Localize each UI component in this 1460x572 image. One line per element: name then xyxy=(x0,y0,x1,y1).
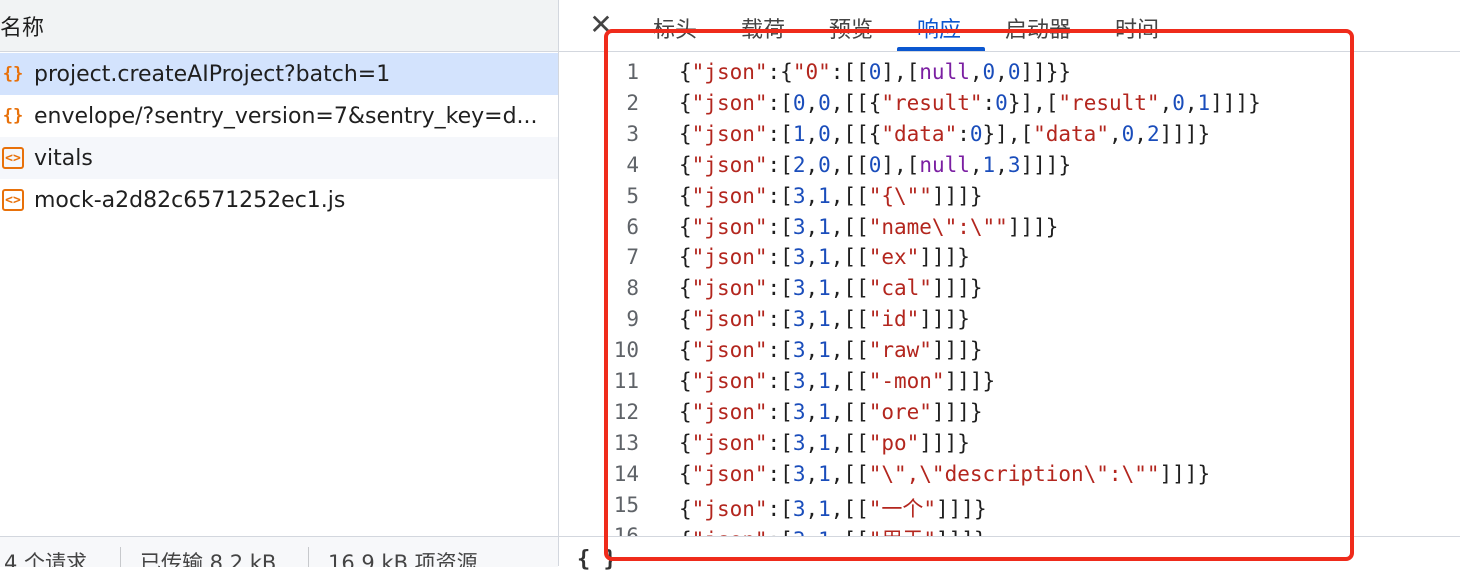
request-row[interactable]: <> vitals xyxy=(0,137,558,179)
document-icon: <> xyxy=(2,147,24,169)
json-icon: {} xyxy=(2,105,24,126)
line-content: {"json":[1,0,[[{"data":0}],["data",0,2]]… xyxy=(679,121,1211,146)
line-content: {"json":[3,1,[["一个"]]]} xyxy=(679,496,987,521)
line-content: {"json":[2,0,[[0],[null,1,3]]]} xyxy=(679,152,1072,177)
line-content: {"json":[0,0,[[{"result":0}],["result",0… xyxy=(679,90,1261,115)
status-divider xyxy=(120,547,121,567)
tab-timing[interactable]: 时间 xyxy=(1115,12,1159,44)
line-number: 14 xyxy=(613,461,639,486)
line-content: {"json":[3,1,[["raw"]]]} xyxy=(679,338,983,363)
request-list-panel: 名称 {} project.createAIProject?batch=1 {}… xyxy=(0,0,559,567)
line-content: {"json":[3,1,[["\",\"description\":\""]]… xyxy=(679,461,1211,486)
line-number: 9 xyxy=(626,307,639,332)
line-content: {"json":[3,1,[["-mon"]]]} xyxy=(679,369,996,393)
line-content: {"json":{"0":[[0],[null,0,0]]}} xyxy=(679,60,1072,84)
line-content: {"json":[3,1,[["用于"]]]} xyxy=(679,524,987,537)
line-number: 4 xyxy=(626,152,639,177)
request-name: project.createAIProject?batch=1 xyxy=(34,61,391,87)
line-content: {"json":[3,1,[["name\":\""]]]} xyxy=(679,214,1059,239)
line-content: {"json":[3,1,[["{\""]]]} xyxy=(679,183,983,208)
line-content: {"json":[3,1,[["cal"]]]} xyxy=(679,276,983,301)
resources-size: 16.9 kB 项资源 xyxy=(328,551,478,567)
request-row[interactable]: {} project.createAIProject?batch=1 xyxy=(0,53,558,95)
line-number: 7 xyxy=(626,245,639,270)
request-row[interactable]: <> mock-a2d82c6571252ec1.js xyxy=(0,179,558,221)
request-name: vitals xyxy=(34,145,93,171)
request-row[interactable]: {} envelope/?sentry_version=7&sentry_key… xyxy=(0,95,558,137)
line-content: {"json":[3,1,[["ore"]]]} xyxy=(679,399,983,424)
tab-payload[interactable]: 载荷 xyxy=(741,12,785,44)
tab-response[interactable]: 响应 xyxy=(917,12,961,44)
request-list-header[interactable]: 名称 xyxy=(0,0,558,52)
request-name: envelope/?sentry_version=7&sentry_key=d.… xyxy=(34,103,538,129)
tab-preview[interactable]: 预览 xyxy=(829,12,873,44)
line-content: {"json":[3,1,[["ex"]]]} xyxy=(679,245,970,270)
network-status-bar: 4 个请求 已传输 8.2 kB 16.9 kB 项资源 xyxy=(0,536,558,567)
column-header-name[interactable]: 名称 xyxy=(0,10,44,42)
line-number: 8 xyxy=(626,276,639,301)
line-number: 3 xyxy=(626,121,639,146)
active-tab-indicator xyxy=(897,47,985,51)
line-number: 16 xyxy=(613,523,639,537)
line-number: 2 xyxy=(626,90,639,115)
line-number: 12 xyxy=(613,399,639,424)
line-number: 6 xyxy=(626,214,639,239)
status-divider xyxy=(308,547,309,567)
request-count: 4 个请求 xyxy=(4,551,88,567)
tab-initiator[interactable]: 启动器 xyxy=(1005,12,1071,44)
document-icon: <> xyxy=(2,189,24,211)
line-number: 15 xyxy=(613,492,639,517)
response-body[interactable]: 1 {"json":{"0":[[0],[null,0,0]]}} 2 {"json"… xyxy=(599,60,1449,536)
request-name: mock-a2d82c6571252ec1.js xyxy=(34,187,346,213)
tab-headers[interactable]: 标头 xyxy=(653,12,697,44)
line-number: 5 xyxy=(626,183,639,208)
details-tab-bar: ✕ 标头 载荷 预览 响应 启动器 时间 xyxy=(559,0,1460,52)
transferred-size: 已传输 8.2 kB xyxy=(140,551,277,567)
close-icon[interactable]: ✕ xyxy=(587,10,615,40)
line-number: 1 xyxy=(626,60,639,84)
pretty-print-icon[interactable]: { } xyxy=(577,547,617,572)
response-status-bar: { } xyxy=(559,536,1460,572)
json-icon: {} xyxy=(2,63,24,84)
request-details-panel: ✕ 标头 载荷 预览 响应 启动器 时间 1 {"json":{"0":[[0],… xyxy=(559,0,1460,572)
line-number: 10 xyxy=(613,338,639,363)
line-content: {"json":[3,1,[["po"]]]} xyxy=(679,430,970,455)
line-number: 13 xyxy=(613,430,639,455)
line-number: 11 xyxy=(613,369,639,393)
line-content: {"json":[3,1,[["id"]]]} xyxy=(679,307,970,332)
